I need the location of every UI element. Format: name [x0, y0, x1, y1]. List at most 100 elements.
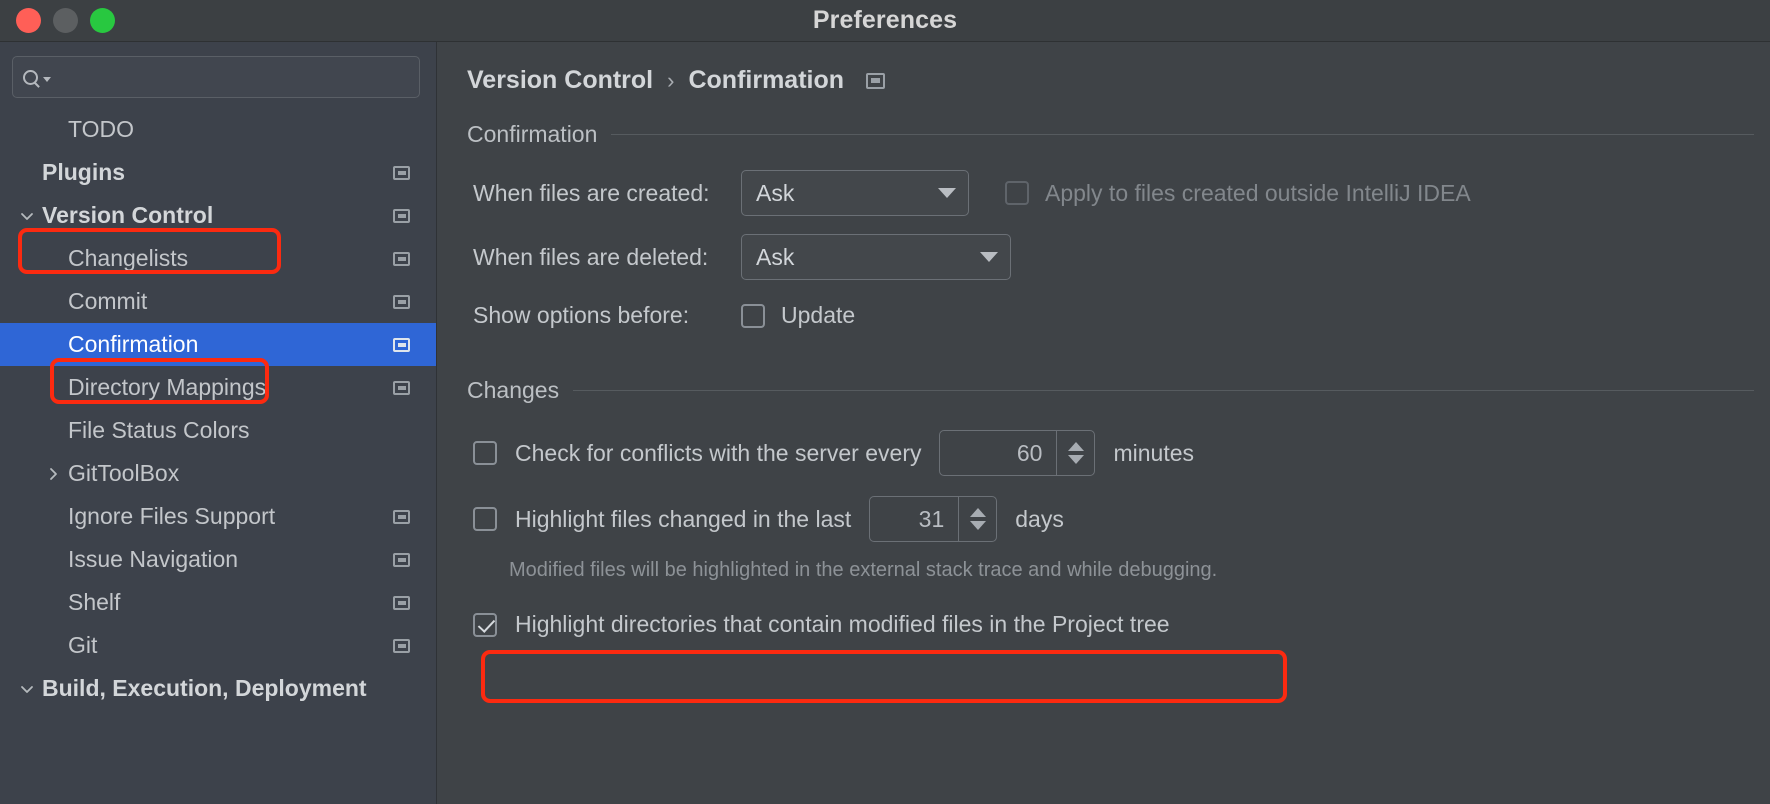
check-conflicts-row: Check for conflicts with the server ever…: [473, 430, 1770, 476]
search-area: [0, 42, 436, 98]
preferences-window: Preferences TODO Plugins Version Control Ch…: [0, 0, 1770, 804]
settings-sidebar: TODO Plugins Version Control Changelists Com…: [0, 42, 437, 804]
settings-badge-icon: [393, 165, 410, 180]
sidebar-item-gittoolbox[interactable]: GitToolBox: [0, 452, 436, 495]
stepper-buttons[interactable]: [958, 497, 996, 541]
sidebar-item-changelists[interactable]: Changelists: [0, 237, 436, 280]
sidebar-item-confirmation[interactable]: Confirmation: [0, 323, 436, 366]
update-label: Update: [781, 302, 856, 328]
sidebar-item-label: Issue Navigation: [68, 546, 239, 572]
when-files-created-row: When files are created: Ask Apply to fil…: [473, 170, 1770, 216]
breadcrumb-separator: ›: [667, 67, 675, 93]
highlight-directories-row[interactable]: Highlight directories that contain modif…: [473, 611, 1770, 638]
chevron-down-icon: [938, 188, 956, 198]
chevron-down-icon[interactable]: [14, 208, 40, 224]
highlight-directories-checkbox[interactable]: [473, 612, 497, 637]
sidebar-item-label: File Status Colors: [68, 417, 250, 443]
conflicts-interval-value[interactable]: 60: [940, 431, 1056, 475]
check-conflicts-label: Check for conflicts with the server ever…: [515, 439, 922, 466]
search-input[interactable]: [51, 66, 409, 88]
settings-badge-icon: [393, 251, 410, 266]
confirmation-section-header: Confirmation: [467, 121, 1770, 148]
sidebar-item-file-status-colors[interactable]: File Status Colors: [0, 409, 436, 452]
sidebar-item-label: Version Control: [42, 202, 214, 228]
breadcrumb-root[interactable]: Version Control: [467, 66, 653, 95]
search-icon: [23, 69, 51, 85]
changes-section-title: Changes: [467, 377, 560, 403]
apply-outside-checkbox-row[interactable]: Apply to files created outside IntelliJ …: [1005, 180, 1471, 207]
when-files-deleted-label: When files are deleted:: [473, 243, 709, 270]
conflicts-unit-label: minutes: [1113, 439, 1195, 466]
sidebar-item-issue-navigation[interactable]: Issue Navigation: [0, 538, 436, 581]
sidebar-item-shelf[interactable]: Shelf: [0, 581, 436, 624]
when-files-created-select[interactable]: Ask: [741, 170, 969, 216]
settings-badge-icon: [393, 208, 410, 223]
settings-badge-icon: [393, 380, 410, 395]
highlight-recent-value[interactable]: 31: [870, 497, 958, 541]
sidebar-item-label: Build, Execution, Deployment: [42, 675, 367, 701]
chevron-down-icon: [980, 252, 998, 262]
chevron-down-icon[interactable]: [14, 681, 40, 697]
stepper-down-icon[interactable]: [1067, 455, 1084, 464]
sidebar-item-commit[interactable]: Commit: [0, 280, 436, 323]
update-checkbox[interactable]: [741, 303, 765, 328]
stepper-up-icon[interactable]: [1067, 442, 1084, 451]
settings-badge-icon: [393, 552, 410, 567]
sidebar-item-directory-mappings[interactable]: Directory Mappings: [0, 366, 436, 409]
apply-outside-label: Apply to files created outside IntelliJ …: [1045, 179, 1471, 206]
apply-outside-checkbox[interactable]: [1005, 181, 1029, 205]
confirmation-section-title: Confirmation: [467, 121, 598, 147]
sidebar-item-label: Shelf: [68, 589, 121, 615]
highlight-recent-stepper[interactable]: 31: [869, 496, 998, 542]
when-files-deleted-value: Ask: [756, 243, 795, 270]
changes-section-header: Changes: [467, 377, 1770, 404]
settings-badge-icon: [393, 595, 410, 610]
sidebar-item-version-control[interactable]: Version Control: [0, 194, 436, 237]
sidebar-item-label: GitToolBox: [68, 460, 180, 486]
breadcrumb-current: Confirmation: [688, 66, 845, 94]
breadcrumb: Version Control › Confirmation: [437, 42, 1770, 95]
highlight-recent-unit-label: days: [1015, 505, 1064, 532]
sidebar-item-build-execution-deployment[interactable]: Build, Execution, Deployment: [0, 667, 436, 710]
sidebar-item-label: Confirmation: [68, 331, 199, 357]
stepper-up-icon[interactable]: [969, 508, 986, 517]
settings-tree: TODO Plugins Version Control Changelists Com…: [0, 108, 436, 710]
sidebar-item-label: Changelists: [68, 245, 189, 271]
highlight-recent-checkbox[interactable]: [473, 507, 497, 531]
section-divider: [611, 134, 1754, 135]
search-box[interactable]: [12, 56, 420, 98]
when-files-deleted-select[interactable]: Ask: [741, 234, 1011, 280]
sidebar-item-label: Ignore Files Support: [68, 503, 276, 529]
show-options-before-row: Show options before: Update: [473, 302, 1770, 329]
stepper-buttons[interactable]: [1056, 431, 1094, 475]
section-divider: [573, 390, 1754, 391]
highlight-recent-label: Highlight files changed in the last: [515, 505, 852, 532]
sidebar-item-label: Git: [68, 632, 98, 658]
settings-content: Version Control › Confirmation Confirmat…: [437, 42, 1770, 804]
settings-badge-icon: [393, 337, 410, 352]
sidebar-item-label: Plugins: [42, 159, 126, 185]
check-conflicts-checkbox[interactable]: [473, 441, 497, 465]
annotation-highlight-directories: [481, 650, 1287, 703]
when-files-deleted-row: When files are deleted: Ask: [473, 234, 1770, 280]
window-body: TODO Plugins Version Control Changelists Com…: [0, 42, 1770, 804]
sidebar-item-label: Directory Mappings: [68, 374, 267, 400]
window-title: Preferences: [812, 6, 958, 34]
title-bar: Preferences: [0, 0, 1770, 42]
sidebar-item-ignore-files-support[interactable]: Ignore Files Support: [0, 495, 436, 538]
highlight-directories-label: Highlight directories that contain modif…: [515, 611, 1170, 637]
settings-badge-icon: [866, 72, 886, 89]
settings-badge-icon: [393, 509, 410, 524]
highlight-recent-helper-text: Modified files will be highlighted in th…: [509, 559, 1218, 581]
when-files-created-value: Ask: [756, 179, 795, 206]
chevron-right-icon[interactable]: [40, 466, 66, 482]
show-options-before-label: Show options before:: [473, 302, 690, 328]
sidebar-item-plugins[interactable]: Plugins: [0, 151, 436, 194]
sidebar-item-label: Commit: [68, 288, 148, 314]
conflicts-interval-stepper[interactable]: 60: [939, 430, 1096, 476]
highlight-recent-row: Highlight files changed in the last 31 d…: [473, 496, 1770, 542]
settings-badge-icon: [393, 638, 410, 653]
sidebar-item-git[interactable]: Git: [0, 624, 436, 667]
stepper-down-icon[interactable]: [969, 521, 986, 530]
sidebar-item-todo[interactable]: TODO: [0, 108, 436, 151]
